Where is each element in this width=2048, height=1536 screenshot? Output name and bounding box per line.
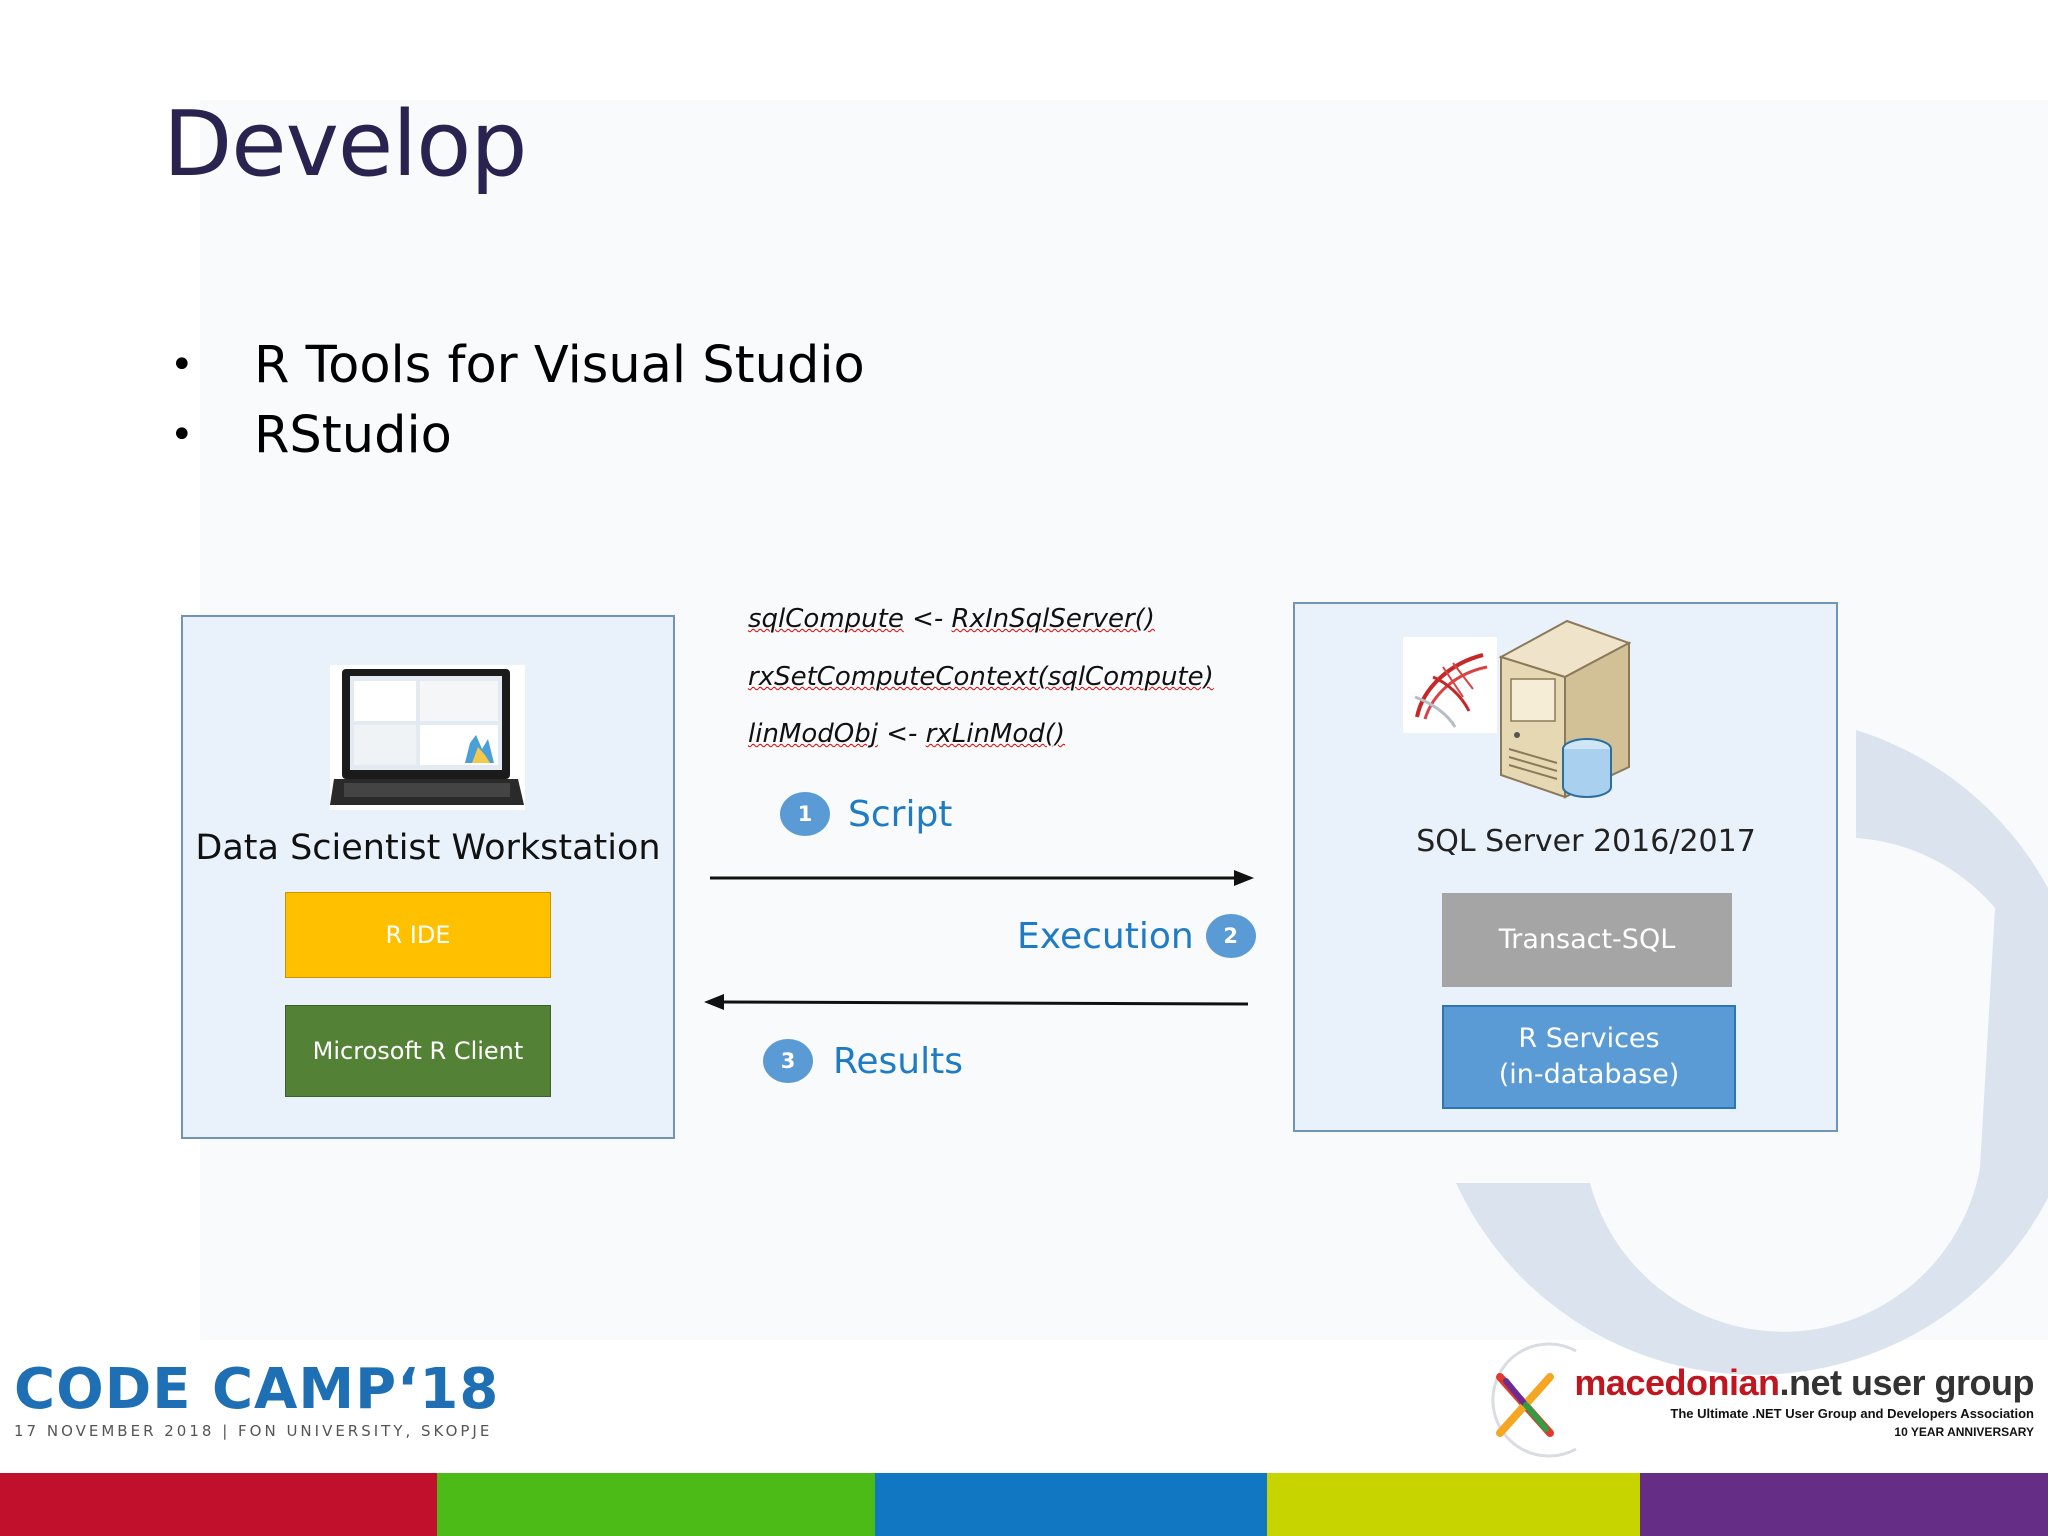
server-tower-icon [1498,619,1632,799]
step-label: Results [833,1040,963,1082]
r-client-block: Microsoft R Client [285,1005,551,1097]
bullet-item: • RStudio [170,400,865,470]
user-group-anniversary: 10 YEAR ANNIVERSARY [1894,1425,2034,1439]
code-token: linModObj [748,719,878,749]
arrow-right-icon [710,870,1254,886]
r-services-block: R Services (in-database) [1442,1005,1736,1109]
code-camp-subtitle: 17 NOVEMBER 2018 | FON UNIVERSITY, SKOPJ… [14,1422,493,1440]
user-group-tagline: The Ultimate .NET User Group and Develop… [1670,1406,2034,1421]
step-results: 3 Results [763,1039,963,1083]
user-group-logo: macedonian.net user group The Ultimate .… [1574,1362,2034,1439]
user-group-title: macedonian.net user group [1574,1362,2034,1404]
footer-color-bar-green [437,1473,875,1536]
bullet-list: • R Tools for Visual Studio • RStudio [170,330,865,470]
step-number-badge: 1 [780,792,830,836]
bullet-text: RStudio [254,405,452,465]
code-token: RxInSqlServer() [951,604,1155,634]
footer-color-bar-purple [1640,1473,2048,1536]
footer-color-bar-blue [875,1473,1267,1536]
bullet-text: R Tools for Visual Studio [254,335,865,395]
workstation-label: Data Scientist Workstation [195,828,661,868]
slide: Develop • R Tools for Visual Studio • RStu… [0,0,2048,1536]
step-label: Execution [1017,915,1194,957]
slide-title: Develop [163,92,528,197]
footer-color-bar-yellow [1267,1473,1640,1536]
r-services-line: (in-database) [1498,1059,1680,1090]
step-label: Script [848,793,953,835]
sql-server-logo-icon [1403,637,1497,733]
code-camp-logo: CODE CAMP‘18 17 NOVEMBER 2018 | FON UNIV… [14,1357,500,1441]
code-token: <- [903,604,952,634]
step-execution: Execution 2 [1017,914,1256,958]
code-token: <- [877,719,926,749]
laptop-icon [330,665,525,810]
arrow-left-icon [704,994,1249,1010]
user-group-x-logo-icon [1491,1342,1577,1458]
step-number-badge: 3 [763,1039,813,1083]
code-line-3: linModObj <- rxLinMod() [748,719,1065,749]
code-line-1: sqlCompute <- RxInSqlServer() [748,604,1155,634]
code-token: rxSetComputeContext(sqlCompute) [748,662,1214,692]
footer-color-bar-red [0,1473,437,1536]
user-group-brand: macedonian [1574,1362,1780,1403]
r-services-line: R Services [1518,1022,1660,1054]
code-camp-title: CODE CAMP‘18 [14,1357,500,1422]
step-number-badge: 2 [1205,914,1256,958]
code-token: sqlCompute [748,604,904,634]
transact-sql-block: Transact-SQL [1442,893,1732,987]
server-label: SQL Server 2016/2017 [1416,824,1756,859]
bullet-item: • R Tools for Visual Studio [170,330,865,400]
bullet-dot-icon: • [170,342,194,388]
step-script: 1 Script [780,792,952,836]
code-line-2: rxSetComputeContext(sqlCompute) [748,662,1214,692]
bullet-dot-icon: • [170,412,194,458]
r-ide-block: R IDE [285,892,551,978]
code-token: rxLinMod() [925,719,1066,749]
user-group-suffix: .net user group [1779,1362,2034,1403]
